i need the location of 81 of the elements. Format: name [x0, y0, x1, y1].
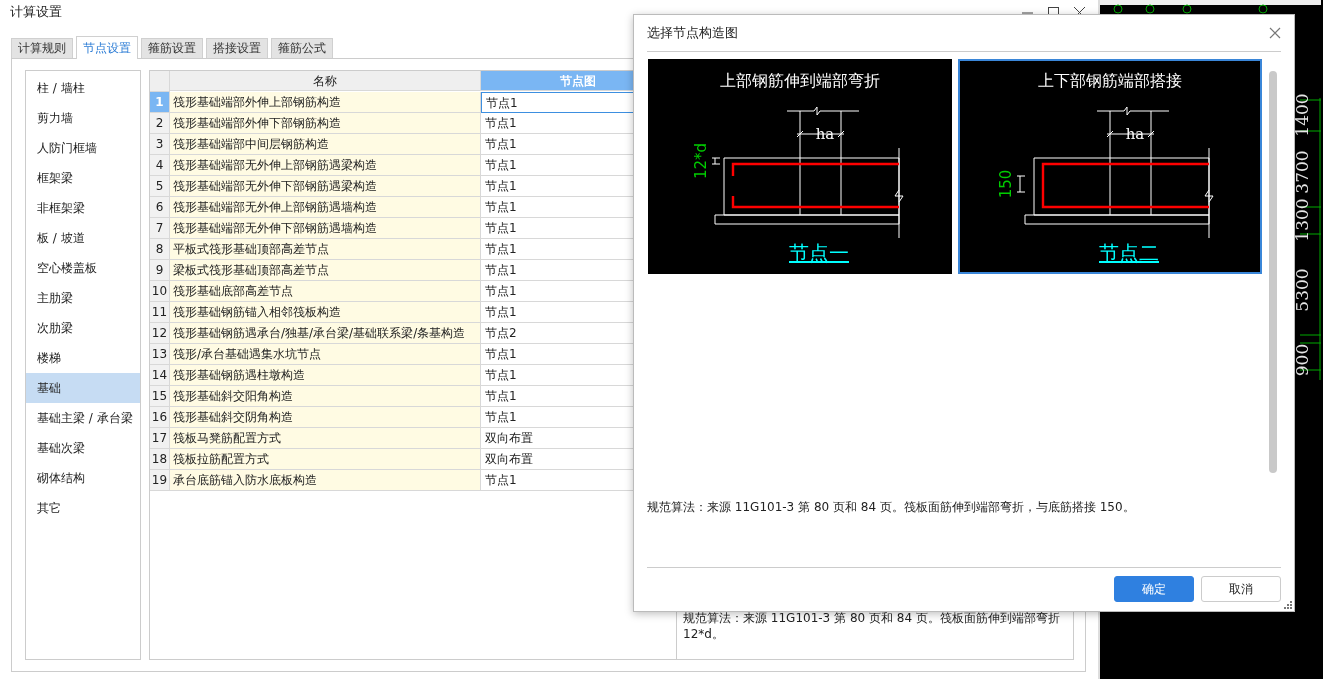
dimension-label: 900 [1292, 343, 1312, 377]
row-number[interactable]: 8 [150, 239, 170, 260]
dimension-label: ha [815, 125, 835, 143]
row-number[interactable]: 6 [150, 197, 170, 218]
row-number[interactable]: 4 [150, 155, 170, 176]
row-number[interactable]: 7 [150, 218, 170, 239]
table-cell: 筏形基础斜交阳角构造 [170, 386, 481, 407]
node-title: 上部钢筋伸到端部弯折 [720, 71, 880, 90]
sidebar-item[interactable]: 板 / 坡道 [26, 223, 140, 253]
table-cell: 筏板马凳筋配置方式 [170, 428, 481, 449]
window-title: 计算设置 [10, 3, 63, 21]
description-text: 规范算法：来源 11G101-3 第 80 页和 84 页。筏板面筋伸到端部弯折，与底筋搭接 150。 [647, 499, 1136, 516]
row-number[interactable]: 16 [150, 407, 170, 428]
dimension-label: 12*d [692, 142, 710, 180]
table-cell: 筏形基础端部中间层钢筋构造 [170, 134, 481, 155]
table-cell: 筏形基础底部高差节点 [170, 281, 481, 302]
table-cell: 梁板式筏形基础顶部高差节点 [170, 260, 481, 281]
dialog-title: 选择节点构造图 [647, 24, 739, 42]
dimension-label: ha [1125, 125, 1145, 143]
column-header[interactable]: 名称 [170, 71, 481, 91]
cancel-button[interactable]: 取消 [1201, 576, 1281, 602]
table-cell: 筏形基础端部无外伸上部钢筋遇梁构造 [170, 155, 481, 176]
sidebar-item[interactable]: 剪力墙 [26, 103, 140, 133]
sidebar-item[interactable]: 人防门框墙 [26, 133, 140, 163]
table-cell: 筏板拉筋配置方式 [170, 449, 481, 470]
row-number[interactable]: 11 [150, 302, 170, 323]
row-number[interactable]: 13 [150, 344, 170, 365]
tab[interactable]: 箍筋设置 [141, 38, 203, 58]
dimension-label: 1300 [1292, 198, 1312, 242]
table-cell: 筏形基础钢筋遇承台/独基/承台梁/基础联系梁/条基构造 [170, 323, 481, 344]
table-cell: 筏形/承台基础遇集水坑节点 [170, 344, 481, 365]
table-cell: 筏形基础钢筋锚入相邻筏板构造 [170, 302, 481, 323]
row-number[interactable]: 9 [150, 260, 170, 281]
confirm-button[interactable]: 确定 [1114, 576, 1194, 602]
table-cell: 筏形基础端部无外伸下部钢筋遇梁构造 [170, 176, 481, 197]
sidebar-item[interactable]: 框架梁 [26, 163, 140, 193]
sidebar-item[interactable]: 基础 [26, 373, 140, 403]
sidebar-item[interactable]: 基础次梁 [26, 433, 140, 463]
node-title: 上下部钢筋端部搭接 [1038, 71, 1182, 90]
row-number[interactable]: 18 [150, 449, 170, 470]
sidebar-item[interactable]: 空心楼盖板 [26, 253, 140, 283]
dimension-label: 150 [997, 169, 1015, 199]
sidebar-item[interactable]: 主肋梁 [26, 283, 140, 313]
sidebar-item[interactable]: 次肋梁 [26, 313, 140, 343]
dimension-label: 1400 [1292, 93, 1312, 137]
node-option[interactable]: 上部钢筋伸到端部弯折 ha 12*d 节点一 [648, 59, 952, 274]
row-number[interactable]: 2 [150, 113, 170, 134]
tab[interactable]: 节点设置 [76, 36, 138, 59]
dimension-label: 5300 [1292, 268, 1312, 312]
table-cell: 承台底筋锚入防水底板构造 [170, 470, 481, 491]
table-cell: 筏形基础钢筋遇柱墩构造 [170, 365, 481, 386]
row-number[interactable]: 10 [150, 281, 170, 302]
table-cell: 筏形基础端部外伸下部钢筋构造 [170, 113, 481, 134]
sidebar-item[interactable]: 柱 / 墙柱 [26, 73, 140, 103]
table-cell: 筏形基础端部无外伸下部钢筋遇墙构造 [170, 218, 481, 239]
table-cell: 筏形基础端部无外伸上部钢筋遇墙构造 [170, 197, 481, 218]
table-cell: 筏形基础斜交阴角构造 [170, 407, 481, 428]
row-number[interactable]: 15 [150, 386, 170, 407]
row-number[interactable]: 17 [150, 428, 170, 449]
table-cell: 平板式筏形基础顶部高差节点 [170, 239, 481, 260]
row-number[interactable]: 3 [150, 134, 170, 155]
sidebar-item[interactable]: 砌体结构 [26, 463, 140, 493]
tab[interactable]: 箍筋公式 [271, 38, 333, 58]
sidebar-item[interactable]: 非框架梁 [26, 193, 140, 223]
row-number[interactable]: 19 [150, 470, 170, 491]
close-icon[interactable] [1269, 27, 1281, 39]
table-cell: 筏形基础端部外伸上部钢筋构造 [170, 92, 481, 113]
tab[interactable]: 计算规则 [11, 38, 73, 58]
node-option[interactable]: 上下部钢筋端部搭接 ha 150 节点二 [958, 59, 1262, 274]
dimension-label: 3700 [1292, 150, 1312, 194]
tab[interactable]: 搭接设置 [206, 38, 268, 58]
row-number[interactable]: 5 [150, 176, 170, 197]
resize-grip-icon[interactable] [1284, 601, 1292, 609]
sidebar-item[interactable]: 楼梯 [26, 343, 140, 373]
row-number[interactable]: 12 [150, 323, 170, 344]
row-number[interactable]: 14 [150, 365, 170, 386]
node-caption[interactable]: 节点二 [1099, 241, 1159, 265]
sidebar-item[interactable]: 基础主梁 / 承台梁 [26, 403, 140, 433]
sidebar-item[interactable]: 其它 [26, 493, 140, 523]
node-caption[interactable]: 节点一 [789, 241, 849, 265]
scrollbar[interactable] [1269, 71, 1277, 473]
